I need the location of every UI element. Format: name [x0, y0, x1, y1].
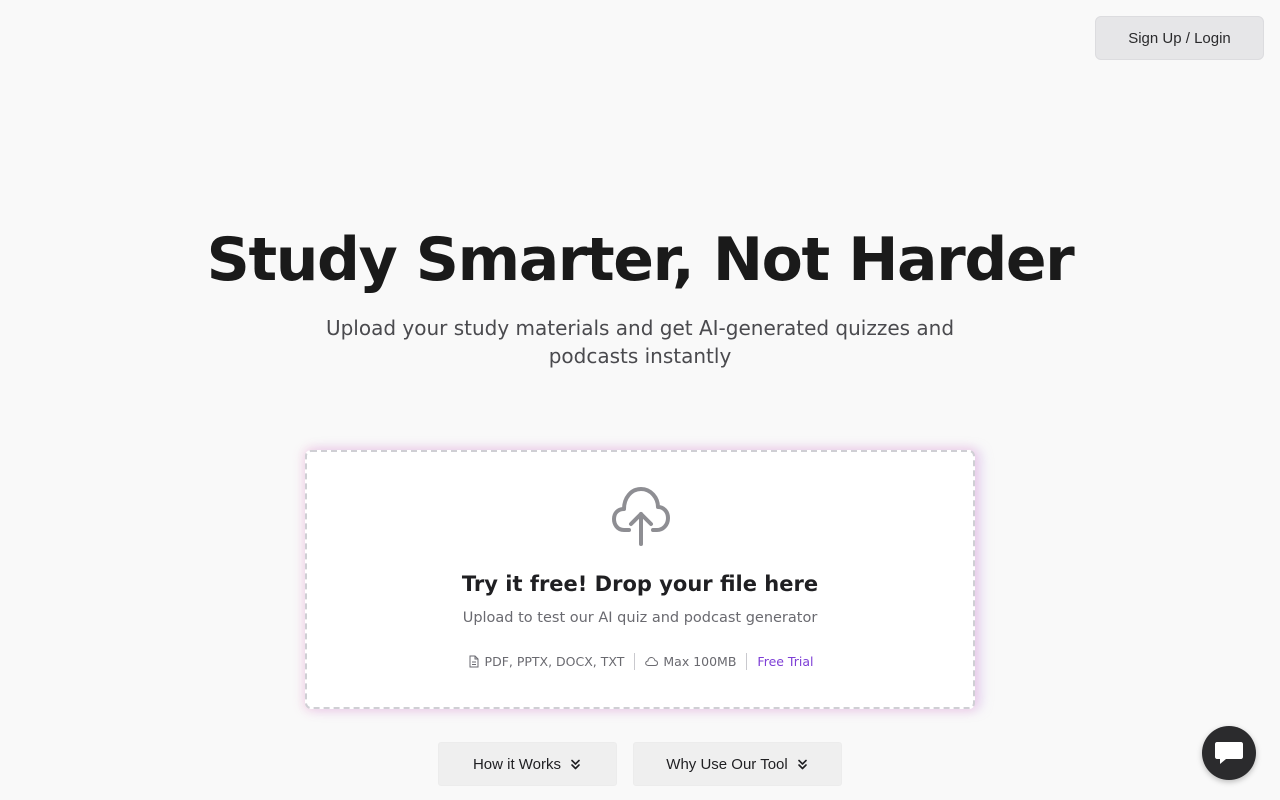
- meta-divider: [634, 653, 636, 670]
- max-size-label: Max 100MB: [663, 654, 737, 669]
- dropzone-title: Try it free! Drop your file here: [461, 572, 819, 596]
- hero-subtitle: Upload your study materials and get AI-g…: [325, 316, 955, 368]
- free-trial-label: Free Trial: [757, 654, 814, 669]
- cloud-upload-icon: [612, 487, 670, 546]
- hero-title: Study Smarter, Not Harder: [206, 225, 1075, 295]
- document-icon: [469, 655, 479, 668]
- double-chevron-down-icon: [571, 759, 580, 769]
- file-formats: PDF, PPTX, DOCX, TXT: [467, 654, 625, 669]
- dropzone-meta: PDF, PPTX, DOCX, TXT Max 100MB Free Tria…: [307, 653, 973, 670]
- landing-page: Sign Up / Login Study Smarter, Not Harde…: [0, 0, 1280, 800]
- how-it-works-label: How it Works: [472, 755, 562, 773]
- double-chevron-down-icon: [797, 759, 807, 769]
- why-use-our-tool-button[interactable]: Why Use Our Tool: [633, 742, 842, 786]
- file-dropzone[interactable]: Try it free! Drop your file here Upload …: [305, 450, 975, 709]
- cloud-icon: [645, 656, 659, 666]
- dropzone-subtitle: Upload to test our AI quiz and podcast g…: [462, 610, 818, 626]
- chat-button[interactable]: [1202, 726, 1256, 780]
- why-use-our-tool-label: Why Use Our Tool: [666, 755, 788, 773]
- file-formats-label: PDF, PPTX, DOCX, TXT: [484, 654, 625, 669]
- sign-up-login-button[interactable]: Sign Up / Login: [1095, 16, 1264, 60]
- how-it-works-button[interactable]: How it Works: [438, 742, 617, 786]
- max-size: Max 100MB: [645, 654, 736, 669]
- meta-divider: [746, 653, 748, 670]
- chat-bubble-icon: [1215, 742, 1243, 764]
